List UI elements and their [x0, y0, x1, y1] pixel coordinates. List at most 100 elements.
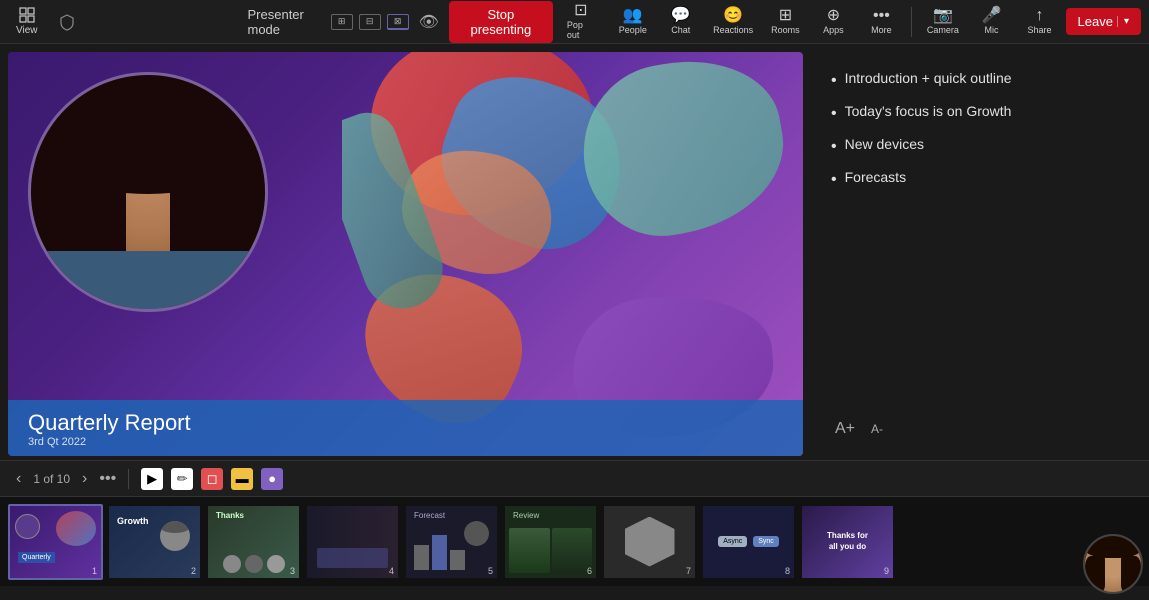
note-item-3: • New devices — [831, 134, 1121, 159]
thumbnail-3[interactable]: Thanks 3 — [206, 504, 301, 580]
slide-3d-shapes — [342, 52, 803, 456]
pop-out-label: Pop out — [567, 20, 595, 40]
note-item-1: • Introduction + quick outline — [831, 68, 1121, 93]
note-bullet-2: • — [831, 102, 837, 126]
leave-label: Leave — [1078, 14, 1113, 29]
thumb-num-3: 3 — [290, 566, 295, 576]
eraser-tool-button[interactable]: ◻ — [201, 468, 223, 490]
highlight-yellow-icon: ▬ — [236, 471, 249, 486]
thumbnail-5[interactable]: Forecast 5 — [404, 504, 499, 580]
notes-panel: • Introduction + quick outline • Today's… — [811, 52, 1141, 456]
slide-counter: 1 of 10 — [33, 472, 70, 486]
pop-out-icon: ⊡ — [574, 3, 587, 19]
apps-label: Apps — [823, 25, 844, 35]
font-controls: A+ A- — [831, 418, 1121, 440]
presenter-face — [31, 75, 265, 309]
slide-title: Quarterly Report — [28, 410, 783, 436]
share-icon: ↑ — [1036, 8, 1044, 24]
rooms-button[interactable]: ⊞ Rooms — [763, 6, 807, 37]
chat-button[interactable]: 💬 Chat — [659, 6, 703, 37]
camera-label: Camera — [927, 25, 959, 35]
play-icon: ▶ — [147, 471, 157, 487]
presenter-small-face — [1085, 536, 1141, 586]
slide-nav-more-button[interactable]: ••• — [99, 470, 116, 488]
leave-button[interactable]: Leave ▾ — [1066, 8, 1141, 35]
eye-icon[interactable]: 👁 — [415, 12, 443, 32]
thumbnail-4[interactable]: 4 — [305, 504, 400, 580]
stop-presenting-button[interactable]: Stop presenting — [449, 1, 553, 43]
next-slide-button[interactable]: › — [78, 468, 91, 490]
font-increase-button[interactable]: A+ — [831, 418, 859, 440]
presenter-small-hair-right — [1121, 556, 1141, 586]
highlight-yellow-button[interactable]: ▬ — [231, 468, 253, 490]
note-text-4: Forecasts — [845, 167, 906, 188]
leave-chevron-icon[interactable]: ▾ — [1117, 16, 1129, 27]
thumb-num-1: 1 — [92, 566, 97, 576]
highlight-laser-icon: ● — [268, 471, 276, 486]
note-item-2: • Today's focus is on Growth — [831, 101, 1121, 126]
slide-title-bar: Quarterly Report 3rd Qt 2022 — [8, 400, 803, 456]
slide-background: Quarterly Report 3rd Qt 2022 — [8, 52, 803, 456]
more-icon: ••• — [873, 8, 890, 24]
presenter-mode-section: Presenter mode ⊞ ⊟ ⊠ 👁 Stop presenting ⊡… — [248, 1, 603, 43]
thumb-num-9: 9 — [884, 566, 889, 576]
main-area: Quarterly Report 3rd Qt 2022 • Introduct… — [0, 44, 1149, 460]
shield-icon — [50, 9, 84, 35]
note-text-1: Introduction + quick outline — [845, 68, 1012, 89]
apps-button[interactable]: ⊕ Apps — [811, 6, 855, 37]
more-button[interactable]: ••• More — [859, 6, 903, 37]
reactions-button[interactable]: 😊 Reactions — [707, 6, 760, 37]
more-label: More — [871, 25, 892, 35]
chat-icon: 💬 — [671, 8, 691, 24]
camera-icon: 📷 — [933, 8, 953, 24]
reactions-label: Reactions — [713, 25, 753, 35]
slide-subtitle: 3rd Qt 2022 — [28, 436, 783, 448]
thumb-num-7: 7 — [686, 566, 691, 576]
people-label: People — [619, 25, 647, 35]
presenter-mode-icons: ⊞ ⊟ ⊠ — [331, 14, 409, 30]
people-icon: 👥 — [623, 8, 643, 24]
pen-tool-button[interactable]: ✏ — [171, 468, 193, 490]
thumbnail-1[interactable]: Quarterly 1 — [8, 504, 103, 580]
people-button[interactable]: 👥 People — [611, 6, 655, 37]
mic-label: Mic — [985, 25, 999, 35]
mic-button[interactable]: 🎤 Mic — [970, 6, 1014, 37]
pm-monitor-icon[interactable]: ⊞ — [331, 14, 353, 30]
pen-icon: ✏ — [177, 471, 188, 487]
thumbnail-2[interactable]: Growth 2 — [107, 504, 202, 580]
highlight-laser-button[interactable]: ● — [261, 468, 283, 490]
thumbnail-6[interactable]: Review 6 — [503, 504, 598, 580]
chat-label: Chat — [671, 25, 690, 35]
pop-out-button[interactable]: ⊡ Pop out — [559, 1, 603, 42]
presenter-small-video — [1083, 534, 1143, 586]
camera-button[interactable]: 📷 Camera — [920, 6, 965, 37]
slide-controls-bar: ‹ 1 of 10 › ••• ▶ ✏ ◻ ▬ ● — [0, 460, 1149, 496]
pm-window-icon[interactable]: ⊟ — [359, 14, 381, 30]
note-bullet-3: • — [831, 135, 837, 159]
share-label: Share — [1028, 25, 1052, 35]
presenter-mode-label: Presenter mode — [248, 7, 325, 37]
pm-fullscreen-icon[interactable]: ⊠ — [387, 14, 409, 30]
presenter-small-hair-left — [1085, 556, 1105, 586]
note-text-2: Today's focus is on Growth — [845, 101, 1012, 122]
thumbnail-8[interactable]: Async Sync 8 — [701, 504, 796, 580]
toolbar: View Presenter mode ⊞ ⊟ ⊠ 👁 Stop present… — [0, 0, 1149, 44]
thumb-num-8: 8 — [785, 566, 790, 576]
thumbnail-7[interactable]: 7 — [602, 504, 697, 580]
prev-slide-button[interactable]: ‹ — [12, 468, 25, 490]
share-button[interactable]: ↑ Share — [1018, 6, 1062, 37]
rooms-label: Rooms — [771, 25, 800, 35]
note-bullet-4: • — [831, 168, 837, 192]
view-button[interactable]: View — [8, 3, 46, 40]
view-label: View — [16, 25, 38, 36]
thumb-num-6: 6 — [587, 566, 592, 576]
play-tool-button[interactable]: ▶ — [141, 468, 163, 490]
rooms-icon: ⊞ — [779, 8, 792, 24]
thumbnail-strip: Quarterly 1 Growth 2 Thanks 3 — [0, 496, 1149, 586]
eraser-icon: ◻ — [207, 471, 218, 487]
note-item-4: • Forecasts — [831, 167, 1121, 192]
thumbnail-9[interactable]: Thanks forall you do 9 — [800, 504, 895, 580]
font-decrease-button[interactable]: A- — [867, 420, 887, 438]
apps-icon: ⊕ — [827, 8, 840, 24]
note-bullet-1: • — [831, 69, 837, 93]
